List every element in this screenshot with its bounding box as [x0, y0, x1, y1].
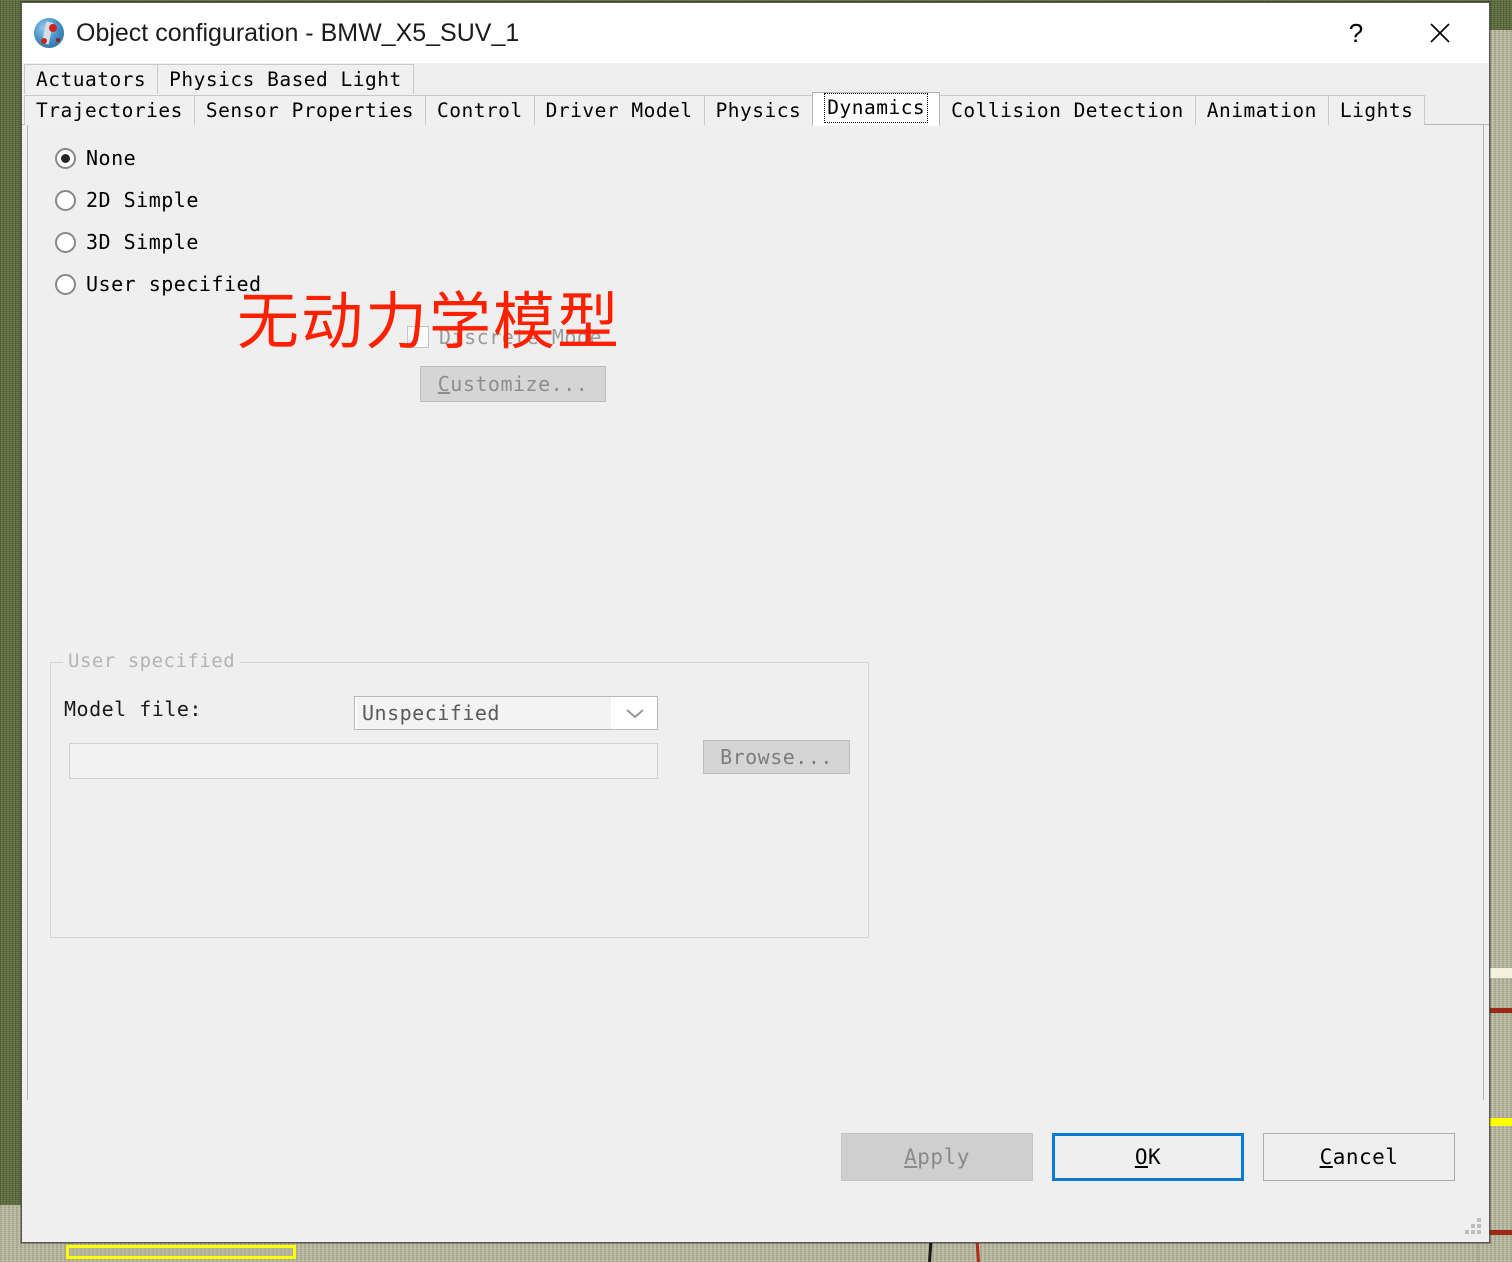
radio-2d-simple-mark [55, 189, 76, 211]
customize-button-accel: C [437, 372, 451, 396]
model-type-dropdown[interactable]: Unspecified [354, 696, 658, 730]
radio-user-specified[interactable]: User specified [55, 263, 262, 305]
tab-driver-model[interactable]: Driver Model [533, 95, 705, 125]
model-file-label: Model file: [64, 697, 202, 721]
window-title: Object configuration - BMW_X5_SUV_1 [76, 18, 520, 47]
radio-none-mark [55, 147, 76, 169]
radio-3d-simple-mark [55, 231, 76, 253]
help-button[interactable]: ? [1327, 3, 1385, 63]
tab-strip: Actuators Physics Based Light Trajectori… [22, 63, 1489, 126]
tab-sensor-properties[interactable]: Sensor Properties [193, 95, 426, 125]
user-specified-groupbox: User specified Model file: Unspecified B… [50, 650, 869, 938]
cancel-button[interactable]: Cancel [1263, 1133, 1455, 1181]
tab-control[interactable]: Control [424, 95, 535, 125]
cancel-button-accel: C [1319, 1145, 1333, 1169]
cancel-button-label: ancel [1332, 1145, 1399, 1169]
tab-trajectories[interactable]: Trajectories [24, 95, 195, 125]
model-file-input[interactable] [69, 743, 658, 779]
tab-physics[interactable]: Physics [703, 95, 814, 125]
app-globe-icon [34, 18, 64, 48]
radio-2d-simple-label: 2D Simple [86, 188, 199, 212]
discrete-mode-checkbox[interactable]: Discrete Mode [407, 325, 602, 349]
discrete-mode-label: Discrete Mode [439, 325, 603, 349]
ok-button[interactable]: OK [1052, 1133, 1244, 1181]
close-icon[interactable] [1411, 3, 1469, 63]
customize-button-label: ustomize... [450, 372, 589, 396]
tab-dynamics[interactable]: Dynamics [812, 92, 941, 126]
scene-lane-yellow-box [66, 1245, 296, 1259]
apply-button[interactable]: Apply [841, 1133, 1033, 1181]
model-type-dropdown-value: Unspecified [357, 697, 611, 729]
customize-button[interactable]: Customize... [420, 366, 606, 402]
ok-button-label: K [1148, 1145, 1162, 1169]
tab-animation[interactable]: Animation [1194, 95, 1329, 125]
resize-grip[interactable] [1465, 1218, 1482, 1235]
tab-lights[interactable]: Lights [1327, 95, 1426, 125]
tab-row-lower: Trajectories Sensor Properties Control D… [24, 92, 1489, 126]
radio-3d-simple[interactable]: 3D Simple [55, 221, 262, 263]
tab-dynamics-label: Dynamics [824, 93, 929, 123]
radio-none-label: None [86, 146, 137, 170]
tab-row-upper: Actuators Physics Based Light [24, 63, 1489, 94]
tab-actuators[interactable]: Actuators [24, 64, 159, 94]
tab-collision-detection[interactable]: Collision Detection [939, 95, 1196, 125]
browse-button[interactable]: Browse... [703, 740, 850, 774]
radio-2d-simple[interactable]: 2D Simple [55, 179, 262, 221]
tab-physics-based-light[interactable]: Physics Based Light [157, 64, 414, 94]
titlebar: Object configuration - BMW_X5_SUV_1 ? [22, 3, 1489, 63]
apply-button-label: pply [917, 1145, 970, 1169]
ok-button-accel: O [1134, 1145, 1148, 1169]
dynamics-model-radio-group: None 2D Simple 3D Simple User specified [55, 137, 262, 305]
radio-3d-simple-label: 3D Simple [86, 230, 199, 254]
radio-user-specified-label: User specified [86, 272, 262, 296]
user-specified-groupbox-legend: User specified [63, 650, 241, 672]
chevron-down-icon [613, 697, 657, 729]
dynamics-panel: None 2D Simple 3D Simple User specified … [27, 125, 1484, 1158]
apply-button-accel: A [904, 1145, 918, 1169]
radio-none[interactable]: None [55, 137, 262, 179]
radio-user-specified-mark [55, 273, 76, 295]
object-configuration-dialog: Object configuration - BMW_X5_SUV_1 ? Ac… [21, 2, 1490, 1243]
discrete-mode-checkbox-box [407, 326, 429, 348]
dialog-footer: Apply OK Cancel [22, 1100, 1489, 1242]
